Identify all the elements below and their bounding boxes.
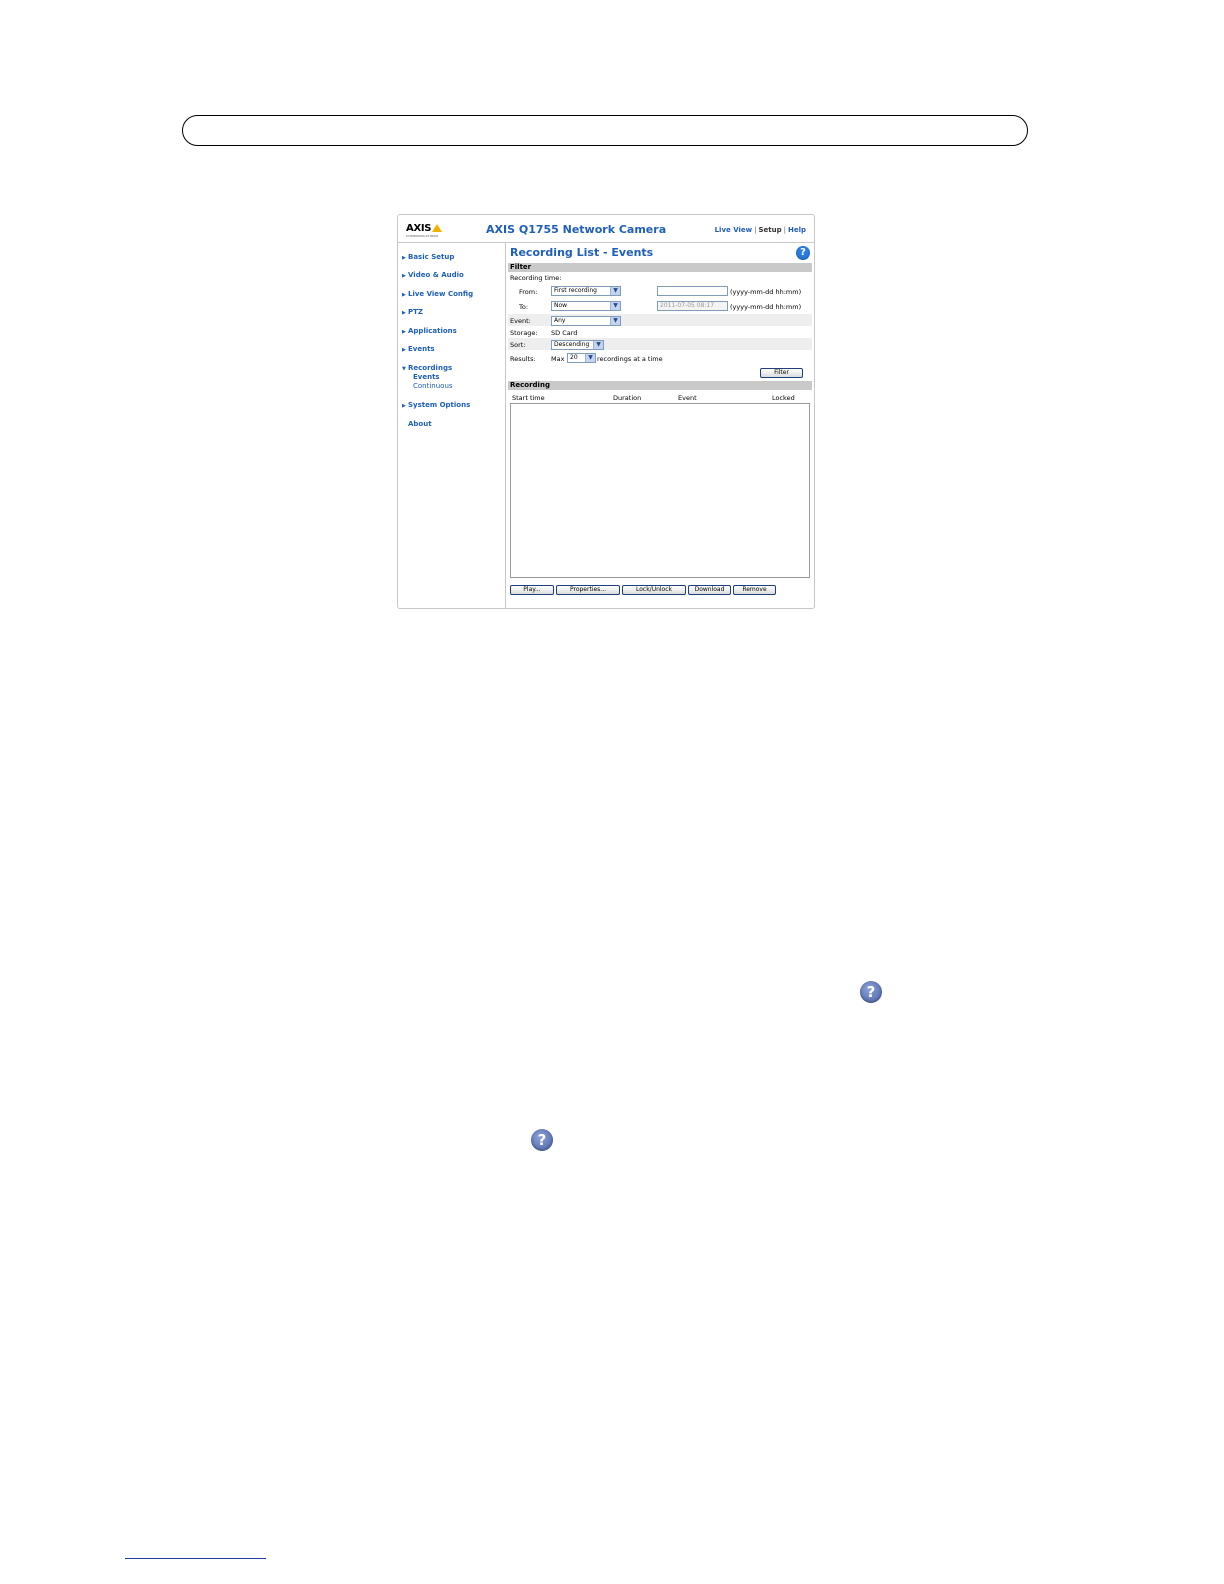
results-select[interactable]: 20 ▼	[567, 353, 596, 363]
filter-header: Filter	[508, 263, 812, 272]
to-format-hint: (yyyy-mm-dd hh:mm)	[730, 303, 802, 311]
to-select[interactable]: Now ▼	[551, 301, 621, 311]
nav-label: Live View Config	[408, 290, 474, 298]
left-navigation: ▶ Basic Setup ▶ Video & Audio ▶ Live View C…	[398, 243, 506, 609]
help-icon: ?	[860, 981, 882, 1003]
top-links: Live View | Setup | Help	[715, 226, 806, 234]
sort-select-value: Descending	[554, 341, 590, 348]
nav-label: PTZ	[408, 308, 423, 316]
chevron-down-icon: ▼	[610, 317, 620, 325]
camera-setup-screenshot: AXIS COMMUNICATIONS AXIS Q1755 Network C…	[397, 214, 815, 609]
nav-label: Recordings	[408, 364, 453, 372]
nav-live-view-config[interactable]: ▶ Live View Config	[402, 290, 473, 298]
nav-label: Applications	[408, 327, 457, 335]
nav-recordings-events[interactable]: Events	[413, 373, 440, 381]
recording-header: Recording	[508, 381, 812, 390]
column-duration[interactable]: Duration	[613, 394, 641, 402]
sort-label: Sort:	[510, 341, 526, 349]
remove-button[interactable]: Remove	[733, 585, 776, 595]
from-select[interactable]: First recording ▼	[551, 286, 621, 296]
storage-label: Storage:	[510, 329, 538, 337]
nav-video-audio[interactable]: ▶ Video & Audio	[402, 271, 464, 279]
column-event[interactable]: Event	[678, 394, 697, 402]
filter-button[interactable]: Filter	[760, 368, 803, 378]
lock-unlock-button[interactable]: Lock/Unlock	[622, 585, 686, 595]
nav-recordings-continuous[interactable]: Continuous	[413, 382, 453, 390]
footer-link-underline	[125, 1558, 266, 1559]
recording-time-label: Recording time:	[510, 274, 562, 282]
column-start-time[interactable]: Start time	[512, 394, 545, 402]
storage-value: SD Card	[551, 329, 578, 337]
results-suffix: recordings at a time	[597, 355, 663, 363]
column-locked[interactable]: Locked	[772, 394, 795, 402]
to-label: To:	[519, 303, 529, 311]
nav-events[interactable]: ▶ Events	[402, 345, 435, 353]
nav-applications[interactable]: ▶ Applications	[402, 327, 457, 335]
logo-text: AXIS	[406, 223, 432, 234]
help-icon: ?	[531, 1129, 553, 1151]
event-select-value: Any	[554, 317, 566, 324]
chevron-down-icon: ▼	[585, 354, 595, 362]
chevron-down-icon: ▼	[610, 287, 620, 295]
event-label: Event:	[510, 317, 531, 325]
nav-label: Events	[408, 345, 435, 353]
nav-ptz[interactable]: ▶ PTZ	[402, 308, 423, 316]
logo-triangle-icon	[432, 224, 443, 232]
nav-recordings[interactable]: ▼ Recordings	[402, 364, 452, 372]
from-select-value: First recording	[554, 287, 597, 294]
logo-subtext: COMMUNICATIONS	[406, 234, 439, 238]
event-select[interactable]: Any ▼	[551, 316, 621, 326]
from-date-input[interactable]	[657, 286, 728, 296]
chevron-down-icon: ▼	[610, 302, 620, 310]
nav-label: About	[408, 420, 432, 428]
camera-title: AXIS Q1755 Network Camera	[486, 223, 667, 236]
help-icon[interactable]: ?	[796, 246, 810, 260]
live-view-link[interactable]: Live View	[715, 226, 753, 234]
to-select-value: Now	[554, 302, 568, 309]
download-button[interactable]: Download	[688, 585, 731, 595]
to-date-input[interactable]: 2011-07-05 08:17	[657, 301, 728, 311]
nav-system-options[interactable]: ▶ System Options	[402, 401, 470, 409]
nav-basic-setup[interactable]: ▶ Basic Setup	[402, 253, 454, 261]
nav-label: System Options	[408, 401, 471, 409]
results-max-label: Max	[551, 355, 565, 363]
nav-label: Video & Audio	[408, 271, 464, 279]
chevron-down-icon: ▼	[593, 341, 603, 349]
from-format-hint: (yyyy-mm-dd hh:mm)	[730, 288, 802, 296]
setup-link[interactable]: Setup	[758, 226, 781, 234]
play-button[interactable]: Play...	[510, 585, 554, 595]
from-label: From:	[519, 288, 538, 296]
page-title: Recording List - Events	[510, 246, 654, 259]
properties-button[interactable]: Properties...	[556, 585, 620, 595]
recording-table-header: Start time Duration Event Locked	[510, 394, 810, 402]
axis-logo: AXIS	[406, 223, 443, 234]
page-header-pill	[182, 115, 1028, 146]
results-select-value: 20	[570, 354, 578, 361]
nav-about[interactable]: About	[402, 420, 432, 428]
recording-list[interactable]	[510, 403, 810, 578]
nav-label: Basic Setup	[408, 253, 455, 261]
sort-select[interactable]: Descending ▼	[551, 340, 604, 350]
results-label: Results:	[510, 355, 536, 363]
top-bar: AXIS COMMUNICATIONS AXIS Q1755 Network C…	[398, 215, 814, 243]
help-link[interactable]: Help	[788, 226, 806, 234]
